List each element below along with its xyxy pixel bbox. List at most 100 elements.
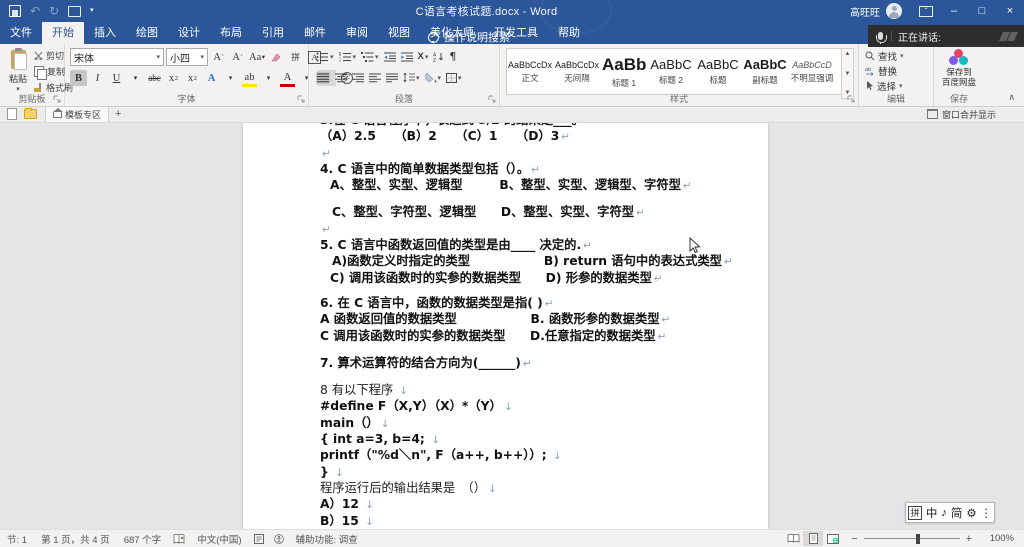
tell-me-search[interactable]: 操作说明搜索	[418, 22, 520, 52]
subscript-button[interactable]: x2	[165, 70, 182, 86]
ribbon-tab[interactable]: 文件	[0, 20, 42, 44]
font-color-button[interactable]: A	[279, 70, 296, 86]
merge-windows-toggle[interactable]: 窗口合并显示	[927, 108, 996, 121]
document-page[interactable]: 3.在 C 语言程序中，表达式 5/2 的结果是___。 （A）2.5 （B）2…	[243, 122, 768, 530]
grow-font-button[interactable]: Aˆ	[210, 49, 227, 65]
focus-icon[interactable]	[249, 534, 269, 544]
gallery-up-icon[interactable]: ▲	[845, 51, 851, 57]
read-mode-icon[interactable]	[783, 531, 803, 546]
align-right-button[interactable]	[352, 73, 364, 83]
select-button[interactable]: 选择▾	[865, 79, 903, 93]
ribbon-tab[interactable]: 插入	[84, 20, 126, 44]
gallery-down-icon[interactable]: ▼	[845, 71, 851, 77]
zoom-slider-thumb[interactable]	[916, 534, 920, 544]
avatar[interactable]	[886, 3, 902, 19]
distribute-button[interactable]	[386, 73, 398, 83]
style-card[interactable]: AaBbCcDx 无间隔	[554, 49, 601, 94]
ribbon-display-options-icon[interactable]: ⌃	[912, 0, 940, 22]
ribbon-tab[interactable]: 布局	[210, 20, 252, 44]
borders-button[interactable]: ▾	[446, 73, 462, 83]
accessibility-icon[interactable]	[269, 534, 289, 544]
line-spacing-button[interactable]: ▾	[403, 73, 420, 83]
ribbon-tab[interactable]: 绘图	[126, 20, 168, 44]
align-left-button[interactable]	[369, 73, 381, 83]
multilevel-list-button[interactable]: ▾	[361, 52, 379, 62]
style-card[interactable]: AaBbCcDx 正文	[507, 49, 554, 94]
numbering-button[interactable]: ▾	[339, 52, 357, 62]
microphone-icon[interactable]	[878, 32, 883, 40]
minimize-button[interactable]: –	[940, 0, 968, 22]
new-tab-icon[interactable]: +	[115, 108, 121, 120]
page-indicator[interactable]: 第 1 页，共 4 页	[34, 532, 117, 546]
strikethrough-button[interactable]: abc	[146, 70, 163, 86]
ime-language-mode[interactable]: 中	[926, 505, 938, 521]
superscript-button[interactable]: x2	[184, 70, 201, 86]
align-center-button[interactable]	[335, 73, 347, 83]
qat-more-icon[interactable]: ▾	[90, 0, 94, 22]
paragraph-dialog-launcher-icon[interactable]	[488, 95, 497, 104]
save-icon[interactable]	[9, 5, 21, 17]
underline-button[interactable]: U	[108, 70, 125, 86]
replace-button[interactable]: ab 替换	[865, 64, 897, 78]
sort-button[interactable]: AZ	[433, 52, 444, 62]
web-layout-icon[interactable]	[823, 531, 843, 546]
ribbon-tab[interactable]: 审阅	[336, 20, 378, 44]
accessibility-status[interactable]: 辅助功能: 调查	[289, 532, 365, 546]
ribbon-tab[interactable]: 设计	[168, 20, 210, 44]
style-card[interactable]: AaBbC 副标题	[742, 49, 789, 94]
clear-formatting-button[interactable]	[268, 49, 285, 65]
proofing-icon[interactable]	[168, 534, 190, 544]
new-document-icon[interactable]	[7, 108, 17, 120]
ime-settings-icon[interactable]: ⚙	[966, 506, 976, 520]
ime-more-icon[interactable]: ⋮	[981, 506, 993, 520]
ribbon-tab[interactable]: 开始	[42, 20, 84, 44]
ribbon-tab[interactable]: 视图	[378, 20, 420, 44]
print-layout-icon[interactable]	[803, 531, 823, 546]
style-card[interactable]: AaBbCcD 不明显强调	[789, 49, 836, 94]
align-justify-button[interactable]	[316, 72, 330, 84]
ribbon-tab[interactable]: 邮件	[294, 20, 336, 44]
maximize-button[interactable]: □	[968, 0, 996, 22]
zoom-slider[interactable]	[864, 538, 960, 539]
text-effects-button[interactable]: A	[203, 70, 220, 86]
account-name[interactable]: 高旺旺	[844, 4, 886, 19]
shading-button[interactable]: ▾	[425, 73, 442, 83]
text-effects-dropdown-icon[interactable]: ▾	[222, 70, 239, 86]
ime-simplified-icon[interactable]: 简	[951, 505, 963, 521]
style-card[interactable]: AaBbC 标题	[695, 49, 742, 94]
bold-button[interactable]: B	[70, 70, 87, 86]
touch-mode-icon[interactable]	[68, 6, 81, 17]
italic-button[interactable]: I	[89, 70, 106, 86]
ribbon-tab[interactable]: 引用	[252, 20, 294, 44]
language-indicator[interactable]: 中文(中国)	[190, 532, 248, 546]
highlight-dropdown-icon[interactable]: ▾	[260, 70, 277, 86]
undo-icon[interactable]: ↶	[30, 0, 40, 22]
phonetic-guide-button[interactable]: 拼	[287, 49, 304, 65]
zoom-out-icon[interactable]: −	[851, 533, 857, 545]
ime-pinyin-icon[interactable]: 拼	[908, 506, 922, 520]
highlight-button[interactable]: ab	[241, 70, 258, 86]
collapse-ribbon-icon[interactable]: ∧	[1008, 92, 1015, 103]
font-name-combo[interactable]: 宋体▾	[70, 48, 164, 66]
close-button[interactable]: ×	[996, 0, 1024, 22]
increase-indent-button[interactable]	[401, 52, 413, 62]
styles-dialog-launcher-icon[interactable]	[847, 95, 856, 104]
template-zone-tab[interactable]: 模板专区	[45, 106, 109, 122]
style-card[interactable]: AaBbC 标题 1	[601, 49, 648, 94]
shrink-font-button[interactable]: Aˇ	[229, 49, 246, 65]
section-indicator[interactable]: 节: 1	[0, 532, 34, 546]
open-folder-icon[interactable]	[24, 109, 37, 119]
asian-layout-button[interactable]: X▾	[418, 51, 429, 62]
zoom-percentage[interactable]: 100%	[980, 533, 1024, 544]
find-button[interactable]: 查找▾	[865, 49, 904, 63]
font-dialog-launcher-icon[interactable]	[297, 95, 306, 104]
word-count[interactable]: 687 个字	[117, 532, 169, 546]
bullets-button[interactable]: ▾	[316, 52, 334, 62]
zoom-in-icon[interactable]: +	[966, 533, 972, 545]
ime-sound-icon[interactable]: ♪	[941, 507, 947, 519]
decrease-indent-button[interactable]	[384, 52, 396, 62]
style-card[interactable]: AaBbC 标题 2	[648, 49, 695, 94]
redo-icon[interactable]: ↻	[49, 0, 59, 22]
clipboard-dialog-launcher-icon[interactable]	[53, 95, 62, 104]
change-case-button[interactable]: Aa▾	[248, 49, 266, 65]
